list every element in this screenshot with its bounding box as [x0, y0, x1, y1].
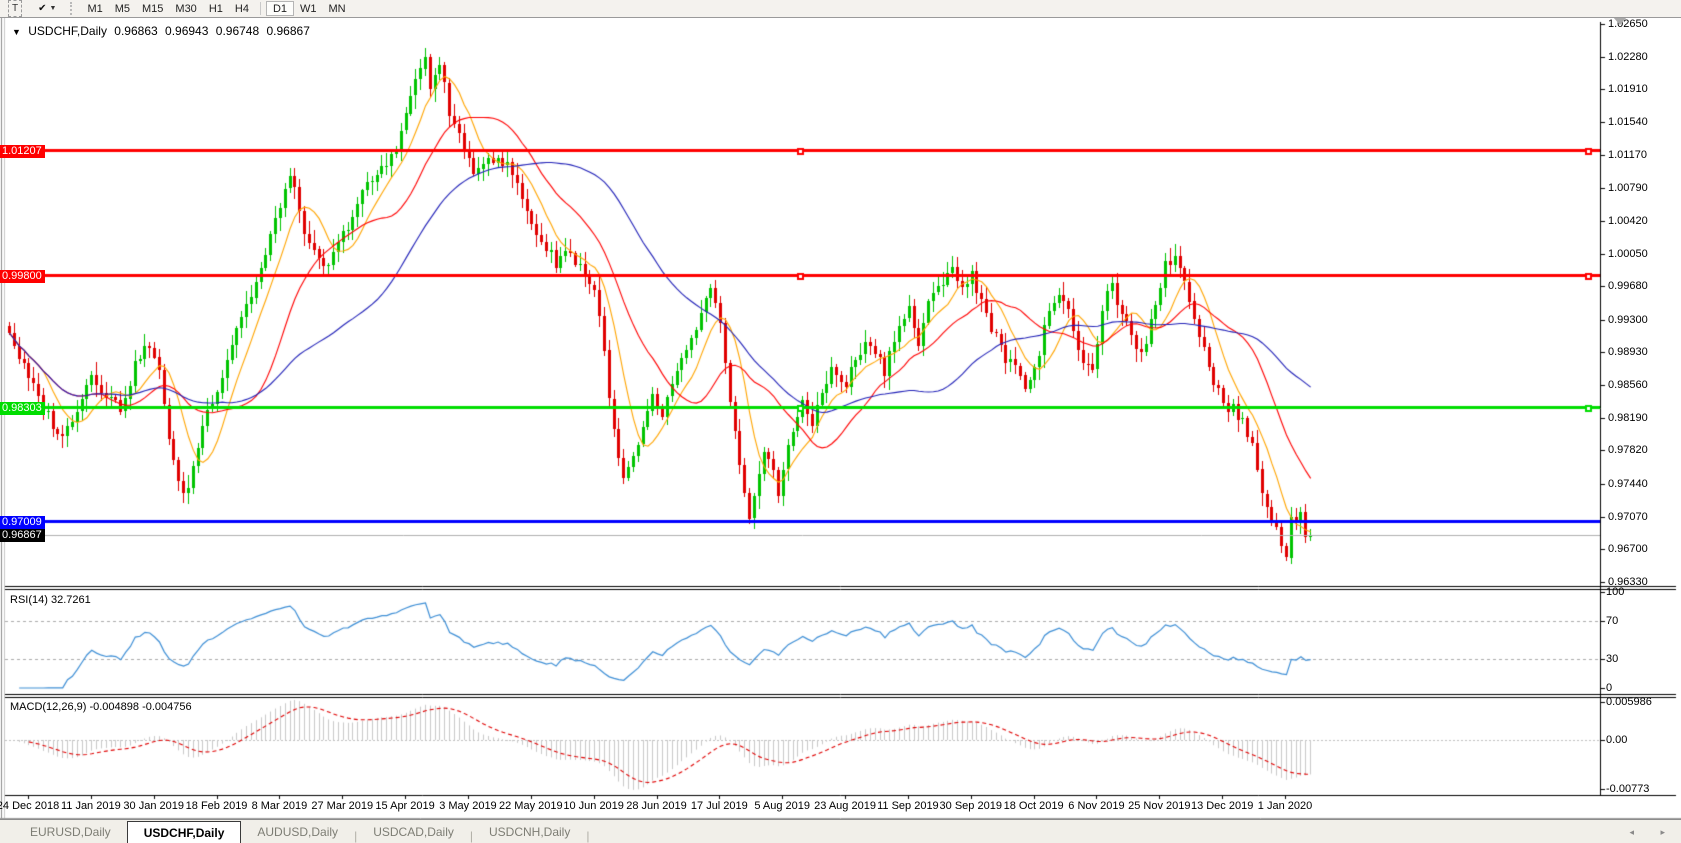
date-axis-tick-label: 3 May 2019	[439, 800, 497, 812]
price-axis-tick-label: 0.97440	[1608, 478, 1648, 490]
date-axis-tick-label: 22 May 2019	[498, 800, 563, 812]
chart-ohlc-title: ▼ USDCHF,Daily 0.96863 0.96943 0.96748 0…	[12, 24, 314, 38]
toolbar-grip[interactable]	[70, 2, 77, 15]
rsi-indicator-label: RSI(14) 32.7261	[10, 594, 91, 606]
date-axis-tick-label: 11 Sep 2019	[877, 800, 939, 812]
price-axis-tick-label: 1.01540	[1608, 116, 1648, 128]
chart-canvas[interactable]	[0, 0, 1681, 842]
price-axis-tick-label: 1.00420	[1608, 215, 1648, 227]
date-axis-tick-label: 15 Apr 2019	[375, 800, 435, 812]
timeframe-button-m1[interactable]: M1	[81, 1, 108, 16]
date-axis-tick-label: 1 Jan 2020	[1257, 800, 1313, 812]
date-axis-tick-label: 17 Jul 2019	[690, 800, 748, 812]
date-axis-tick-label: 28 Jun 2019	[626, 800, 687, 812]
rsi-axis-tick-label: 30	[1606, 653, 1619, 665]
price-axis-tick-label: 0.99680	[1608, 280, 1648, 292]
date-axis-tick-label: 24 Dec 2018	[0, 800, 60, 812]
price-axis-tick-label: 0.98190	[1608, 412, 1648, 424]
date-axis-tick-label: 6 Nov 2019	[1068, 800, 1125, 812]
date-axis-tick-label: 8 Mar 2019	[251, 800, 308, 812]
timeframe-button-w1[interactable]: W1	[294, 1, 323, 16]
hline-price-tag[interactable]: 0.97009	[0, 516, 45, 529]
current-price-tag: 0.96867	[0, 529, 45, 542]
high-value: 0.96943	[165, 24, 209, 38]
timeframe-button-h1[interactable]: H1	[203, 1, 229, 16]
date-axis-tick-label: 25 Nov 2019	[1128, 800, 1191, 812]
date-axis-tick-label: 23 Aug 2019	[814, 800, 876, 812]
chevron-down-icon[interactable]: ▼	[50, 5, 57, 12]
hline-price-tag[interactable]: 0.99800	[0, 270, 45, 283]
text-tool-button[interactable]: T	[8, 0, 23, 17]
symbol-period-label: USDCHF,Daily	[28, 24, 107, 38]
date-axis-tick-label: 27 Mar 2019	[311, 800, 374, 812]
price-axis-tick-label: 0.96700	[1608, 543, 1648, 555]
date-axis-tick-label: 5 Aug 2019	[754, 800, 811, 812]
date-axis-tick-label: 30 Sep 2019	[939, 800, 1002, 812]
tab-usdchf[interactable]: USDCHF,Daily	[126, 821, 242, 843]
objects-tool-button[interactable]: ✔ ▼	[32, 1, 62, 16]
tab-audusd[interactable]: AUDUSD,Daily	[241, 821, 354, 843]
macd-indicator-label: MACD(12,26,9) -0.004898 -0.004756	[10, 701, 192, 713]
hline-price-tag[interactable]: 1.01207	[0, 145, 45, 158]
hline-price-tag[interactable]: 0.98303	[0, 402, 45, 415]
price-axis-tick-label: 1.00790	[1608, 182, 1648, 194]
toolbar: T ✔ ▼ M1 M5 M15 M30 H1 H4 D1 W1 MN	[0, 0, 1681, 18]
timeframe-button-m5[interactable]: M5	[109, 1, 136, 16]
tab-usdcad[interactable]: USDCAD,Daily	[357, 821, 470, 843]
timeframe-button-h4[interactable]: H4	[229, 1, 255, 16]
price-axis-tick-label: 0.97070	[1608, 511, 1648, 523]
close-value: 0.96867	[266, 24, 310, 38]
macd-axis-tick-label: 0.00	[1606, 734, 1628, 746]
price-axis-tick-label: 0.98560	[1608, 379, 1648, 391]
date-axis-tick-label: 13 Dec 2019	[1190, 800, 1254, 812]
date-axis-tick-label: 10 Jun 2019	[563, 800, 624, 812]
timeframe-button-mn[interactable]: MN	[323, 1, 352, 16]
chart-shift-marker-icon[interactable]	[1613, 17, 1627, 25]
timeframe-button-m30[interactable]: M30	[169, 1, 202, 16]
mt4-chart-window: T ✔ ▼ M1 M5 M15 M30 H1 H4 D1 W1 MN ▼ USDCHF,Dail…	[0, 0, 1681, 843]
rsi-axis-tick-label: 70	[1606, 615, 1619, 627]
tab-usdcnh[interactable]: USDCNH,Daily	[473, 821, 586, 843]
price-axis-tick-label: 0.98930	[1608, 346, 1648, 358]
macd-axis-tick-label: -0.00773	[1606, 783, 1650, 795]
objects-tool-icon: ✔	[38, 3, 47, 14]
price-axis-tick-label: 0.97820	[1608, 444, 1648, 456]
date-axis-tick-label: 18 Oct 2019	[1003, 800, 1064, 812]
timeframe-button-m15[interactable]: M15	[136, 1, 169, 16]
date-axis-tick-label: 18 Feb 2019	[185, 800, 248, 812]
collapse-triangle-icon[interactable]: ▼	[12, 27, 21, 37]
symbol-tab-bar: EURUSD,Daily USDCHF,Daily AUDUSD,Daily | USD…	[0, 819, 1681, 843]
price-axis-tick-label: 1.00050	[1608, 248, 1648, 260]
timeframe-button-d1[interactable]: D1	[265, 1, 294, 16]
date-axis-tick-label: 30 Jan 2019	[123, 800, 184, 812]
macd-axis-tick-label: 0.005986	[1606, 696, 1652, 708]
date-axis-tick-label: 11 Jan 2019	[60, 800, 121, 812]
price-axis-tick-label: 1.02280	[1608, 51, 1648, 63]
tab-separator: |	[586, 829, 590, 843]
low-value: 0.96748	[215, 24, 260, 38]
tab-eurusd[interactable]: EURUSD,Daily	[14, 821, 127, 843]
open-value: 0.96863	[114, 24, 158, 38]
rsi-axis-tick-label: 0	[1606, 682, 1613, 694]
price-axis-tick-label: 0.99300	[1608, 314, 1648, 326]
price-axis-tick-label: 1.01170	[1608, 149, 1647, 161]
rsi-axis-tick-label: 100	[1606, 586, 1625, 598]
tab-scroll-arrows[interactable]: ◂ ▸	[1629, 827, 1677, 838]
price-axis-tick-label: 1.01910	[1608, 83, 1648, 95]
